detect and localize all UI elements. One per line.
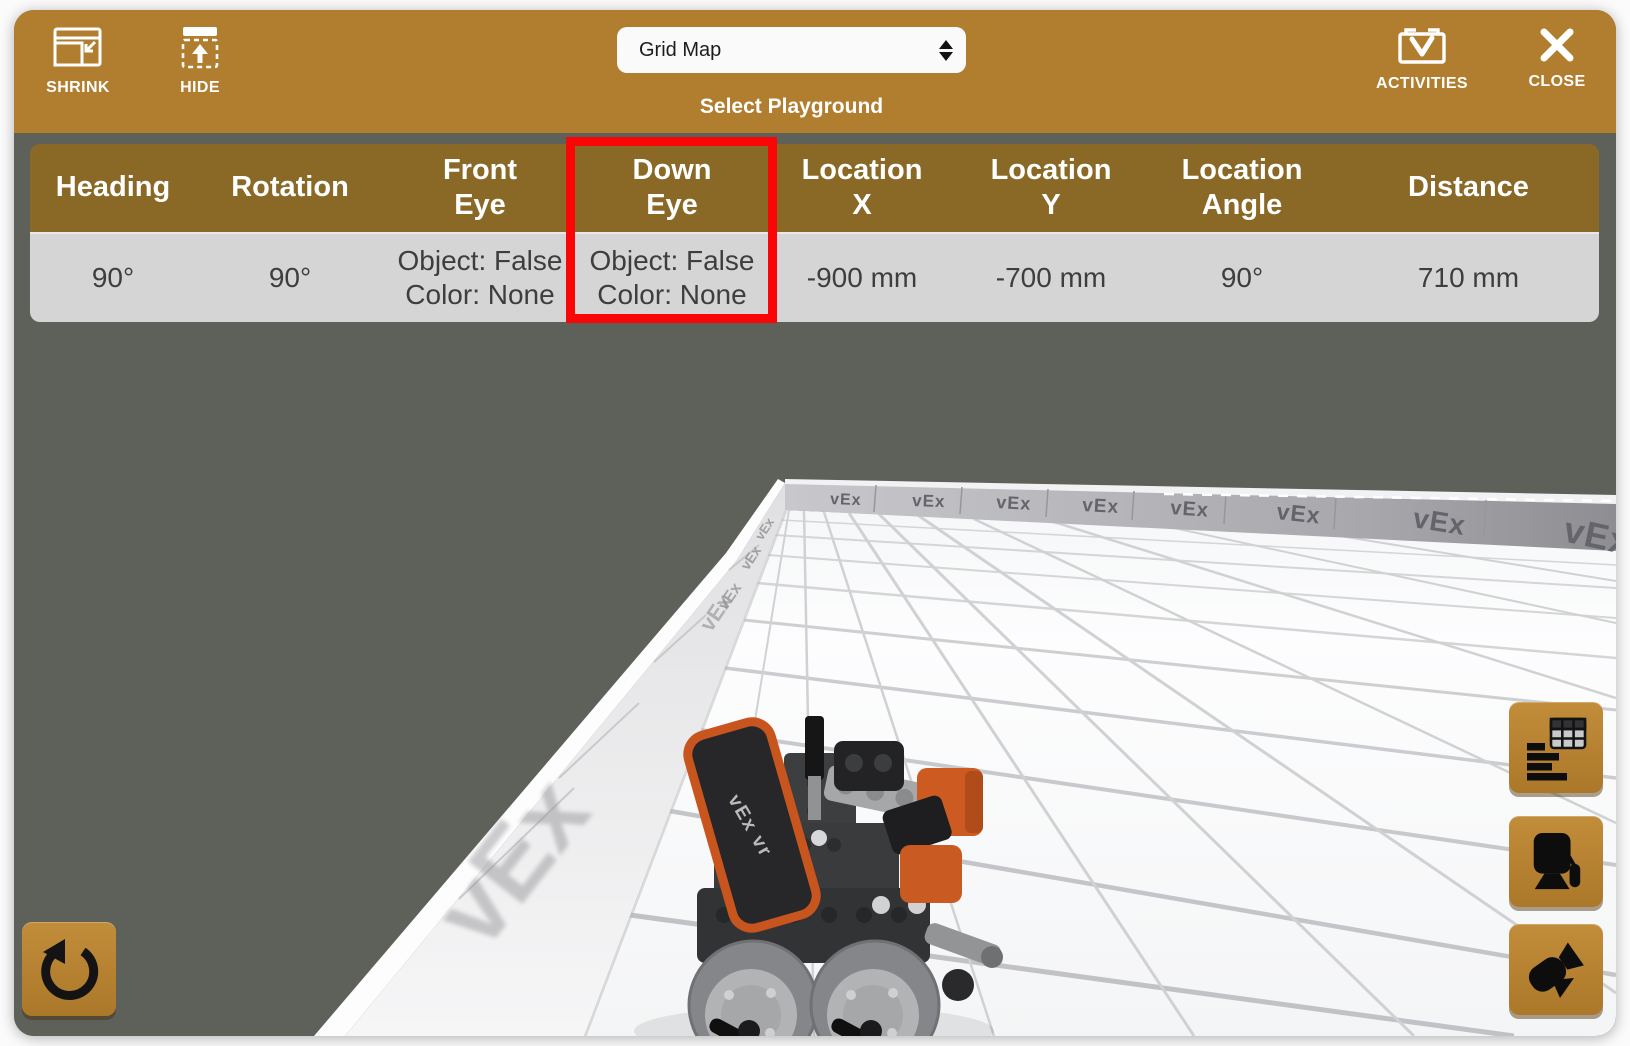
robot-view-icon: [1525, 831, 1587, 893]
table-header-row: Heading Rotation Front Eye Down Eye Loca…: [30, 144, 1599, 232]
shrink-label: SHRINK: [46, 79, 110, 96]
dashboard-toggle-button[interactable]: [1509, 702, 1603, 793]
wall-logo: vEx: [1082, 495, 1120, 518]
playground-select-value: Grid Map: [639, 38, 722, 61]
value-location-angle: 90°: [1220, 261, 1264, 293]
close-button[interactable]: CLOSE: [1519, 26, 1595, 92]
wall-logo: vEx: [996, 492, 1032, 514]
playground-select[interactable]: Grid Map: [617, 27, 966, 73]
value-heading: 90°: [91, 261, 135, 293]
col-header-front-eye: Front Eye: [442, 153, 518, 221]
close-icon: [1539, 27, 1575, 63]
toolbar: SHRINK HIDE Grid Map Select Playground A…: [14, 10, 1616, 133]
shrink-icon: [53, 27, 103, 69]
screenshot-stage: SHRINK HIDE Grid Map Select Playground A…: [0, 0, 1630, 1046]
activities-button[interactable]: ACTIVITIES: [1366, 26, 1478, 94]
col-header-location-y: Location Y: [990, 153, 1112, 221]
sensor-dashboard-table: Heading Rotation Front Eye Down Eye Loca…: [30, 144, 1599, 322]
col-header-heading: Heading: [55, 171, 171, 204]
value-distance: 710 mm: [1417, 261, 1520, 293]
robot-view-button[interactable]: [1509, 816, 1603, 907]
col-header-down-eye: Down Eye: [632, 153, 712, 221]
reset-playground-button[interactable]: [22, 922, 116, 1016]
value-rotation: 90°: [268, 261, 312, 293]
activities-label: ACTIVITIES: [1375, 75, 1468, 92]
select-playground-caption: Select Playground: [699, 95, 884, 118]
wall-logo: vEx: [1275, 498, 1321, 528]
col-header-rotation: Rotation: [231, 171, 349, 204]
dashboard-icon: [1523, 715, 1589, 781]
value-location-y: -700 mm: [995, 261, 1107, 293]
table-data-row: 90° 90° Object: False Color: None Object…: [30, 232, 1599, 322]
hide-icon: [178, 27, 222, 69]
shrink-button[interactable]: SHRINK: [38, 26, 118, 98]
col-header-location-angle: Location Angle: [1181, 153, 1303, 221]
wall-logo: vEx: [1170, 497, 1210, 522]
value-front-eye: Object: False Color: None: [397, 244, 563, 310]
value-down-eye: Object: False Color: None: [589, 244, 755, 310]
col-header-location-x: Location X: [801, 153, 923, 221]
close-label: CLOSE: [1528, 73, 1586, 90]
col-header-distance: Distance: [1408, 171, 1529, 204]
camera-icon: [1524, 938, 1588, 1002]
hide-button[interactable]: HIDE: [160, 26, 240, 98]
reset-icon: [37, 937, 101, 1001]
camera-view-button[interactable]: [1509, 924, 1603, 1015]
select-updown-icon: [939, 39, 953, 61]
activities-icon: [1397, 27, 1447, 65]
playground-window: SHRINK HIDE Grid Map Select Playground A…: [14, 10, 1616, 1036]
hide-label: HIDE: [180, 79, 220, 96]
wall-logo: vEx: [912, 491, 946, 511]
value-location-x: -900 mm: [806, 261, 918, 293]
wall-logo: vEx: [830, 491, 862, 509]
